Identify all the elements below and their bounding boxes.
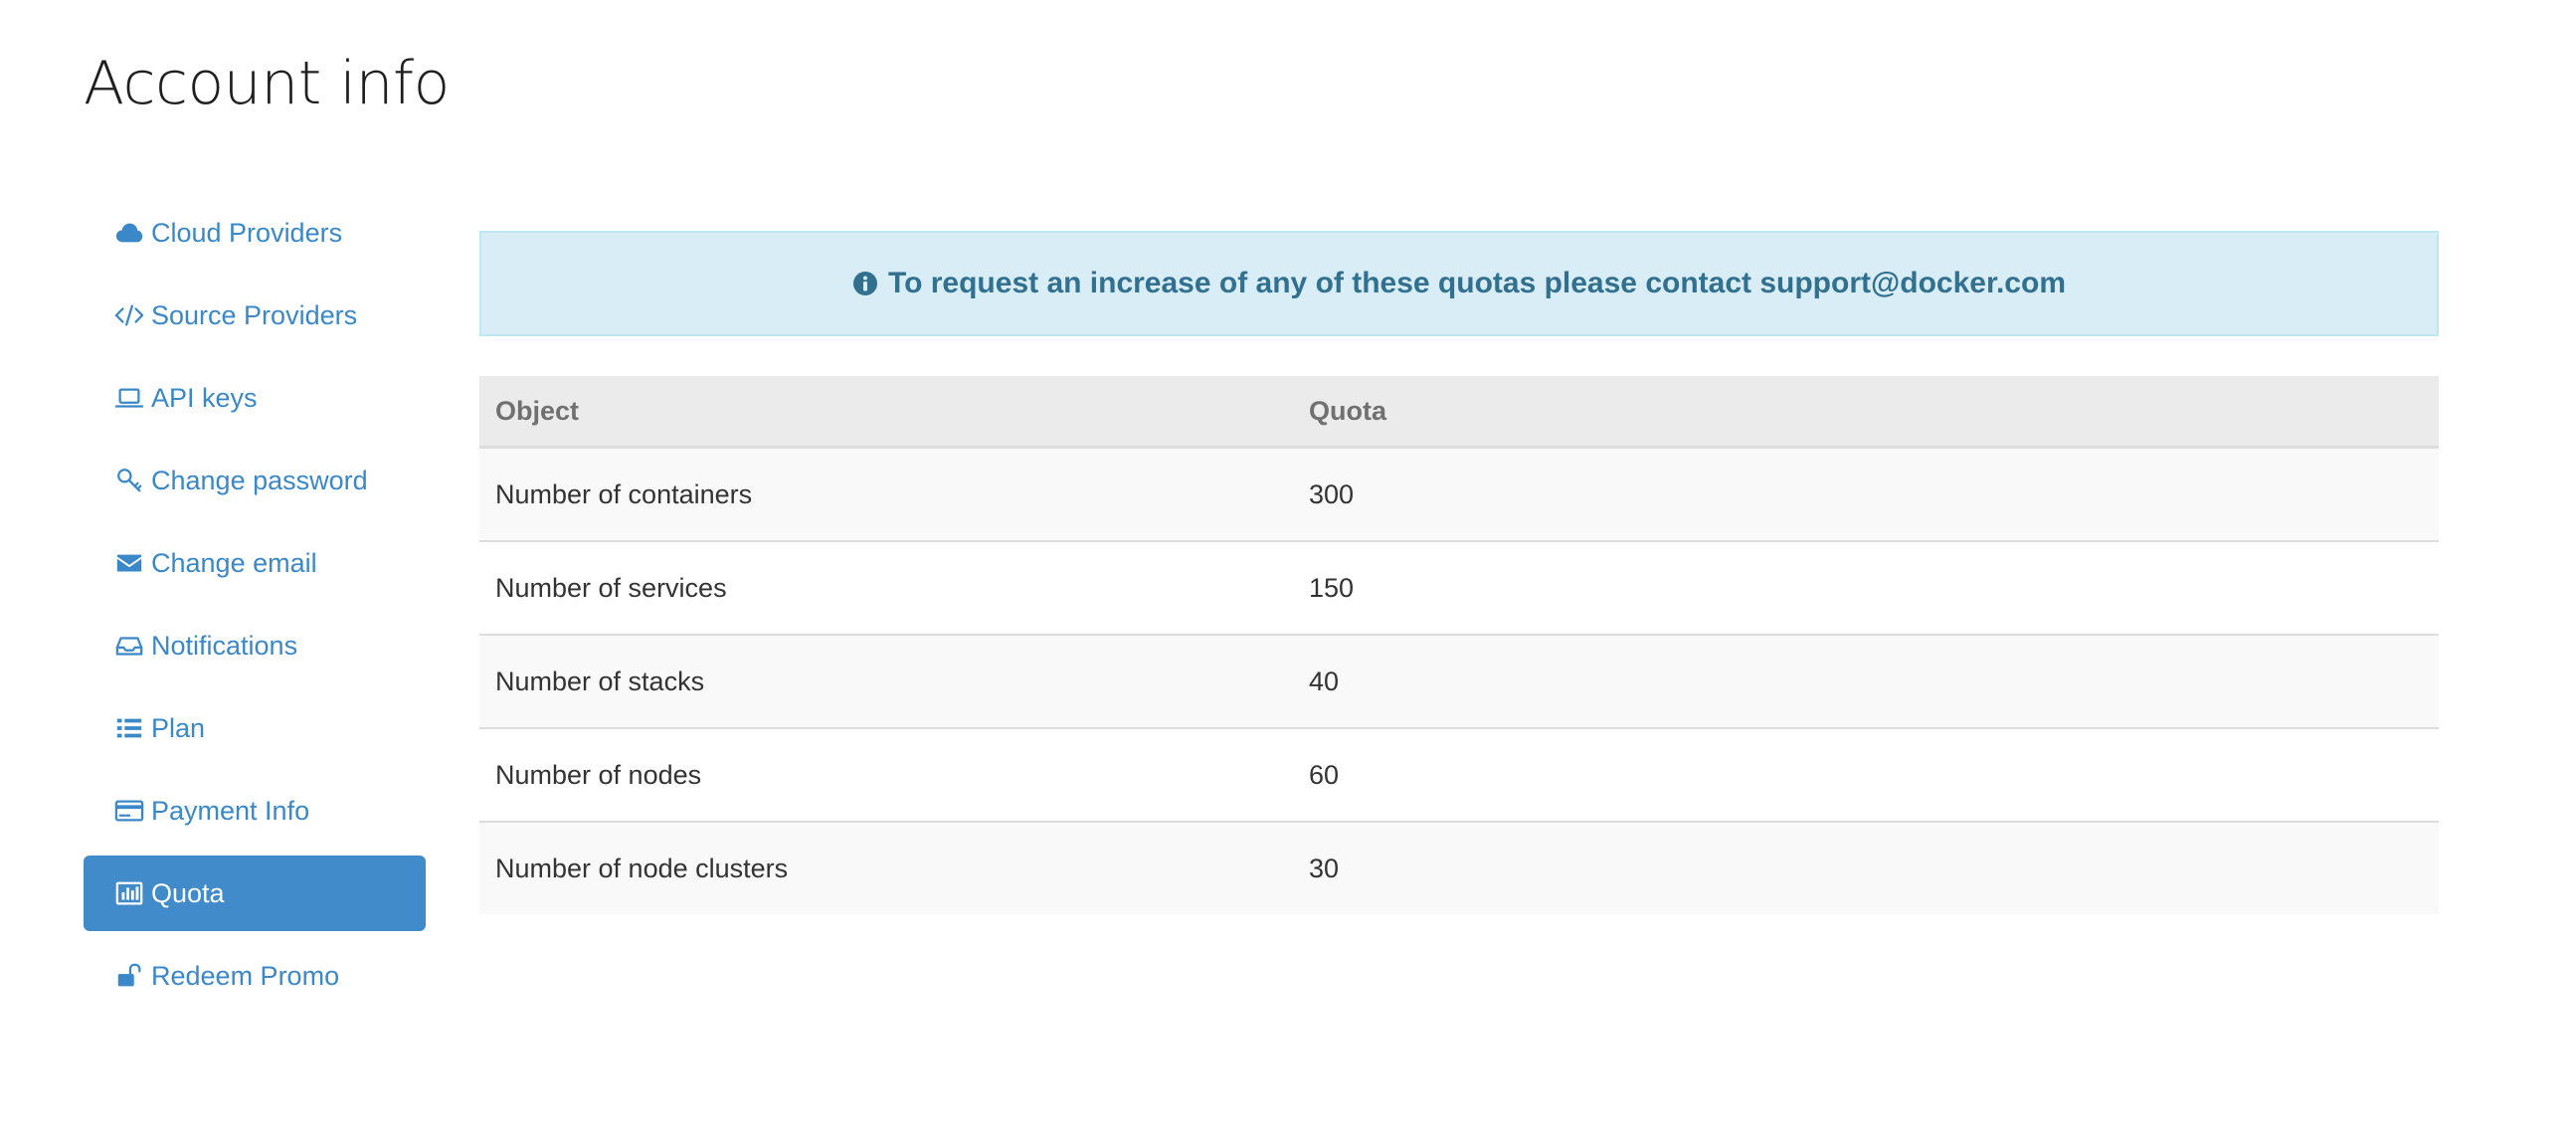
sidebar-item-quota[interactable]: Quota <box>84 856 426 931</box>
table-header-row: Object Quota <box>479 376 2439 449</box>
table-row: Number of stacks 40 <box>479 634 2439 728</box>
sidebar-item-label: Plan <box>151 712 206 743</box>
sidebar-item-change-password[interactable]: Change password <box>84 443 426 518</box>
quota-cell: 150 <box>1293 540 2439 635</box>
sidebar-item-label: Cloud Providers <box>151 217 343 248</box>
quota-panel: To request an increase of any of these q… <box>479 231 2439 914</box>
sidebar-item-label: Redeem Promo <box>151 960 340 991</box>
credit-card-icon <box>113 795 145 827</box>
unlock-icon <box>113 960 145 992</box>
object-cell: Number of nodes <box>479 727 1293 822</box>
sidebar-item-redeem-promo[interactable]: Redeem Promo <box>84 938 426 1014</box>
table-row: Number of services 150 <box>479 540 2439 635</box>
sidebar-item-source-providers[interactable]: Source Providers <box>84 278 426 353</box>
sidebar-item-api-keys[interactable]: API keys <box>84 360 426 436</box>
object-cell: Number of containers <box>479 447 1293 541</box>
key-icon <box>113 465 145 496</box>
sidebar-item-change-email[interactable]: Change email <box>84 525 426 601</box>
envelope-icon <box>113 547 145 579</box>
bar-chart-icon <box>113 877 145 909</box>
sidebar-item-label: Notifications <box>151 630 298 661</box>
sidebar-item-notifications[interactable]: Notifications <box>84 608 426 683</box>
object-cell: Number of stacks <box>479 634 1293 728</box>
sidebar-item-label: Quota <box>151 877 225 908</box>
inbox-icon <box>113 630 145 662</box>
quota-cell: 300 <box>1293 447 2439 541</box>
object-cell: Number of node clusters <box>479 821 1293 914</box>
table-row: Number of containers 300 <box>479 447 2439 541</box>
object-cell: Number of services <box>479 540 1293 635</box>
cloud-icon <box>113 217 145 249</box>
table-row: Number of nodes 60 <box>479 727 2439 822</box>
laptop-icon <box>113 382 145 414</box>
alert-text: To request an increase of any of these q… <box>887 267 2066 299</box>
quota-cell: 40 <box>1293 634 2439 728</box>
sidebar-item-label: Change password <box>151 465 368 495</box>
quota-info-alert: To request an increase of any of these q… <box>479 231 2439 336</box>
sidebar-item-payment-info[interactable]: Payment Info <box>84 773 426 849</box>
sidebar-item-plan[interactable]: Plan <box>84 690 426 766</box>
sidebar-item-label: API keys <box>151 382 258 413</box>
account-sidebar: Cloud Providers Source Providers API key… <box>84 195 426 1021</box>
column-header-quota: Quota <box>1293 376 2439 449</box>
info-circle-icon <box>852 271 878 296</box>
column-header-object: Object <box>479 376 1293 449</box>
sidebar-item-label: Source Providers <box>151 299 358 330</box>
code-icon <box>113 299 145 331</box>
sidebar-item-label: Change email <box>151 547 317 578</box>
quota-cell: 30 <box>1293 821 2439 914</box>
quota-table: Object Quota Number of containers 300 Nu… <box>479 376 2439 914</box>
sidebar-item-cloud-providers[interactable]: Cloud Providers <box>84 195 426 271</box>
account-info-page: Account info Cloud Providers Source Prov… <box>0 0 2576 1142</box>
list-icon <box>113 712 145 744</box>
table-row: Number of node clusters 30 <box>479 821 2439 914</box>
sidebar-item-label: Payment Info <box>151 795 310 826</box>
quota-cell: 60 <box>1293 727 2439 822</box>
page-title: Account info <box>84 49 450 118</box>
